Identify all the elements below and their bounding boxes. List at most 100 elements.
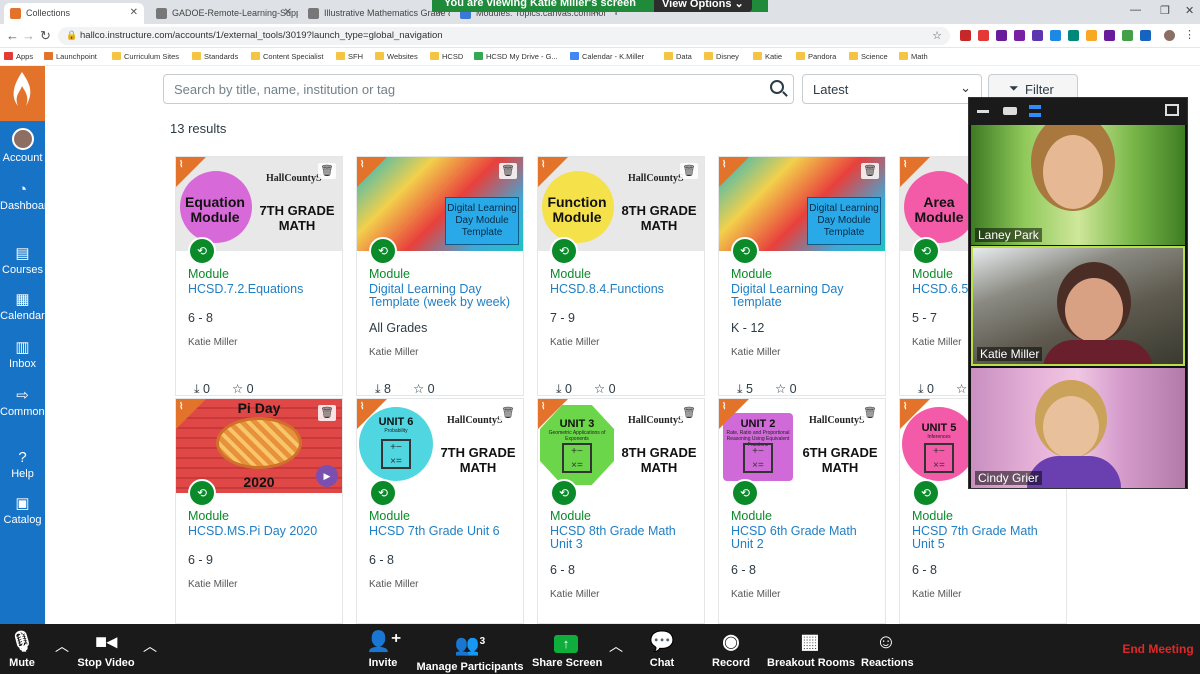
search-icon[interactable] (770, 80, 784, 94)
reactions-button[interactable]: ☺ Reactions (861, 630, 914, 669)
close-tab-icon[interactable]: ✕ (284, 7, 292, 18)
play-icon[interactable]: ▶ (316, 465, 338, 487)
bookmark-math[interactable]: Math (899, 52, 928, 61)
participant-video[interactable]: Cindy Grier (971, 368, 1185, 488)
bookmark-standards[interactable]: Standards (192, 52, 238, 61)
trash-icon[interactable]: 🗑 (318, 405, 336, 421)
bookmark-katie[interactable]: Katie (753, 52, 782, 61)
resource-card[interactable]: Function Module HallCountyS 8TH GRADE MA… (537, 156, 705, 396)
trash-icon[interactable]: 🗑 (680, 163, 698, 179)
nav-courses[interactable]: ▤ Courses (0, 246, 45, 277)
extension-icon[interactable] (996, 30, 1007, 41)
stop-video-button[interactable]: ■◂ Stop Video (76, 630, 136, 669)
profile-avatar[interactable] (1164, 30, 1175, 41)
nav-help[interactable]: ? Help (0, 450, 45, 481)
nav-commons[interactable]: ⇨ Commons (0, 388, 50, 419)
reload-icon[interactable]: ↻ (40, 28, 51, 44)
star-icon[interactable]: ☆ (956, 382, 967, 395)
star-icon[interactable]: ☆ (594, 382, 605, 395)
trash-icon[interactable]: 🗑 (318, 163, 336, 179)
search-input[interactable]: Search by title, name, institution or ta… (163, 74, 794, 104)
mute-button[interactable]: 🎙 Mute (8, 630, 36, 669)
resource-card[interactable]: Digital Learning Day Module Template ⌇ 🗑… (718, 156, 886, 396)
video-options-caret-icon[interactable]: ︿ (143, 636, 157, 656)
extension-icon[interactable] (960, 30, 971, 41)
minimize-icon[interactable]: — (1130, 4, 1141, 16)
extension-icon[interactable] (1104, 30, 1115, 41)
card-title-link[interactable]: HCSD 6th Grade Math Unit 2 (731, 525, 881, 551)
star-icon[interactable]: ☆ (413, 382, 424, 395)
resource-card[interactable]: UNIT 3 Geometric Applications of Exponen… (537, 398, 705, 624)
bookmark-disney[interactable]: Disney (704, 52, 739, 61)
breakout-rooms-button[interactable]: ▦ Breakout Rooms (767, 630, 855, 669)
card-title-link[interactable]: Digital Learning Day Template (week by w… (369, 283, 519, 309)
bookmark-launchpoint[interactable]: Launchpoint (44, 52, 97, 61)
resource-card[interactable]: Equation Module HallCountyS 7TH GRADE MA… (175, 156, 343, 396)
nav-inbox[interactable]: ▥ Inbox (0, 340, 45, 371)
close-window-icon[interactable]: ✕ (1185, 4, 1194, 17)
trash-icon[interactable]: 🗑 (861, 405, 879, 421)
card-title-link[interactable]: HCSD.7.2.Equations (188, 283, 338, 296)
resource-card[interactable]: Digital Learning Day Module Template ⌇ 🗑… (356, 156, 524, 396)
bookmark-pandora[interactable]: Pandora (796, 52, 836, 61)
tab-illustrative-math[interactable]: Illustrative Mathematics Grade 8 ✕ (302, 3, 450, 24)
speaker-view-icon[interactable] (1029, 105, 1041, 117)
card-title-link[interactable]: HCSD 8th Grade Math Unit 3 (550, 525, 700, 551)
end-meeting-button[interactable]: End Meeting (1120, 642, 1196, 656)
invite-button[interactable]: 👤⁺ Invite (366, 630, 401, 669)
nav-catalog[interactable]: ▣ Catalog (0, 496, 45, 527)
nav-account[interactable]: Account (0, 128, 45, 165)
extension-icon[interactable] (978, 30, 989, 41)
participant-video[interactable]: Laney Park (971, 125, 1185, 245)
audio-options-caret-icon[interactable]: ︿ (55, 636, 69, 656)
participant-video[interactable]: Katie Miller (971, 246, 1185, 366)
tab-gadoe[interactable]: GADOE-Remote-Learning-Suppli ✕ (150, 3, 298, 24)
extension-icon[interactable] (1068, 30, 1079, 41)
resource-card[interactable]: Pi Day 2020 ▶ ⌇ 🗑 ⟲ Module HCSD.MS.Pi Da… (175, 398, 343, 624)
nav-calendar[interactable]: ▦ Calendar (0, 292, 45, 323)
bookmark-science[interactable]: Science (849, 52, 888, 61)
card-title-link[interactable]: Digital Learning Day Template (731, 283, 881, 309)
card-title-link[interactable]: HCSD.8.4.Functions (550, 283, 700, 296)
close-tab-icon[interactable]: ✕ (130, 7, 138, 18)
back-icon[interactable]: ← (6, 28, 19, 43)
exit-gallery-icon[interactable] (1165, 104, 1179, 116)
extension-icon[interactable] (1086, 30, 1097, 41)
hide-video-icon[interactable] (1003, 107, 1017, 115)
trash-icon[interactable]: 🗑 (499, 405, 517, 421)
bookmark-hcsd[interactable]: HCSD (430, 52, 463, 61)
zoom-video-gallery[interactable]: Laney Park Katie Miller Cindy Grier (968, 97, 1188, 489)
bookmark-data[interactable]: Data (664, 52, 692, 61)
share-options-caret-icon[interactable]: ︿ (609, 636, 623, 656)
nav-dashboard[interactable]: ◔ Dashboard (0, 182, 54, 213)
minimize-gallery-icon[interactable] (977, 110, 989, 113)
bookmark-websites[interactable]: Websites (375, 52, 418, 61)
extension-icon[interactable] (1140, 30, 1151, 41)
hall-county-logo[interactable] (0, 66, 45, 121)
card-title-link[interactable]: HCSD.MS.Pi Day 2020 (188, 525, 338, 538)
bookmark-star-icon[interactable]: ☆ (932, 29, 942, 42)
view-options-button[interactable]: View Options ⌄ (654, 0, 752, 12)
extension-icon[interactable] (1122, 30, 1133, 41)
extension-icon[interactable] (1014, 30, 1025, 41)
trash-icon[interactable]: 🗑 (499, 163, 517, 179)
star-icon[interactable]: ☆ (232, 382, 243, 395)
trash-icon[interactable]: 🗑 (680, 405, 698, 421)
record-button[interactable]: ◉ Record (712, 630, 750, 669)
bookmark-sfh[interactable]: SFH (336, 52, 363, 61)
trash-icon[interactable]: 🗑 (861, 163, 879, 179)
share-screen-button[interactable]: ↑ Share Screen (532, 630, 602, 669)
sort-select[interactable]: Latest ⌄ (802, 74, 982, 104)
star-icon[interactable]: ☆ (775, 382, 786, 395)
bookmark-apps[interactable]: Apps (4, 52, 33, 61)
resource-card[interactable]: UNIT 6 Probability +− ×= HallCountyS 7TH … (356, 398, 524, 624)
chrome-menu-icon[interactable]: ⋮ (1184, 28, 1195, 41)
bookmark-curriculum-sites[interactable]: Curriculum Sites (112, 52, 179, 61)
extension-icon[interactable] (1032, 30, 1043, 41)
url-field[interactable]: 🔒 hallco.instructure.com/accounts/1/exte… (58, 27, 950, 45)
bookmark-calendar[interactable]: Calendar - K.Miller (570, 52, 644, 61)
extension-icon[interactable] (1050, 30, 1061, 41)
forward-icon[interactable]: → (22, 28, 35, 43)
manage-participants-button[interactable]: 👥3 Manage Participants (416, 630, 524, 673)
tab-collections[interactable]: Collections ✕ (4, 3, 144, 24)
